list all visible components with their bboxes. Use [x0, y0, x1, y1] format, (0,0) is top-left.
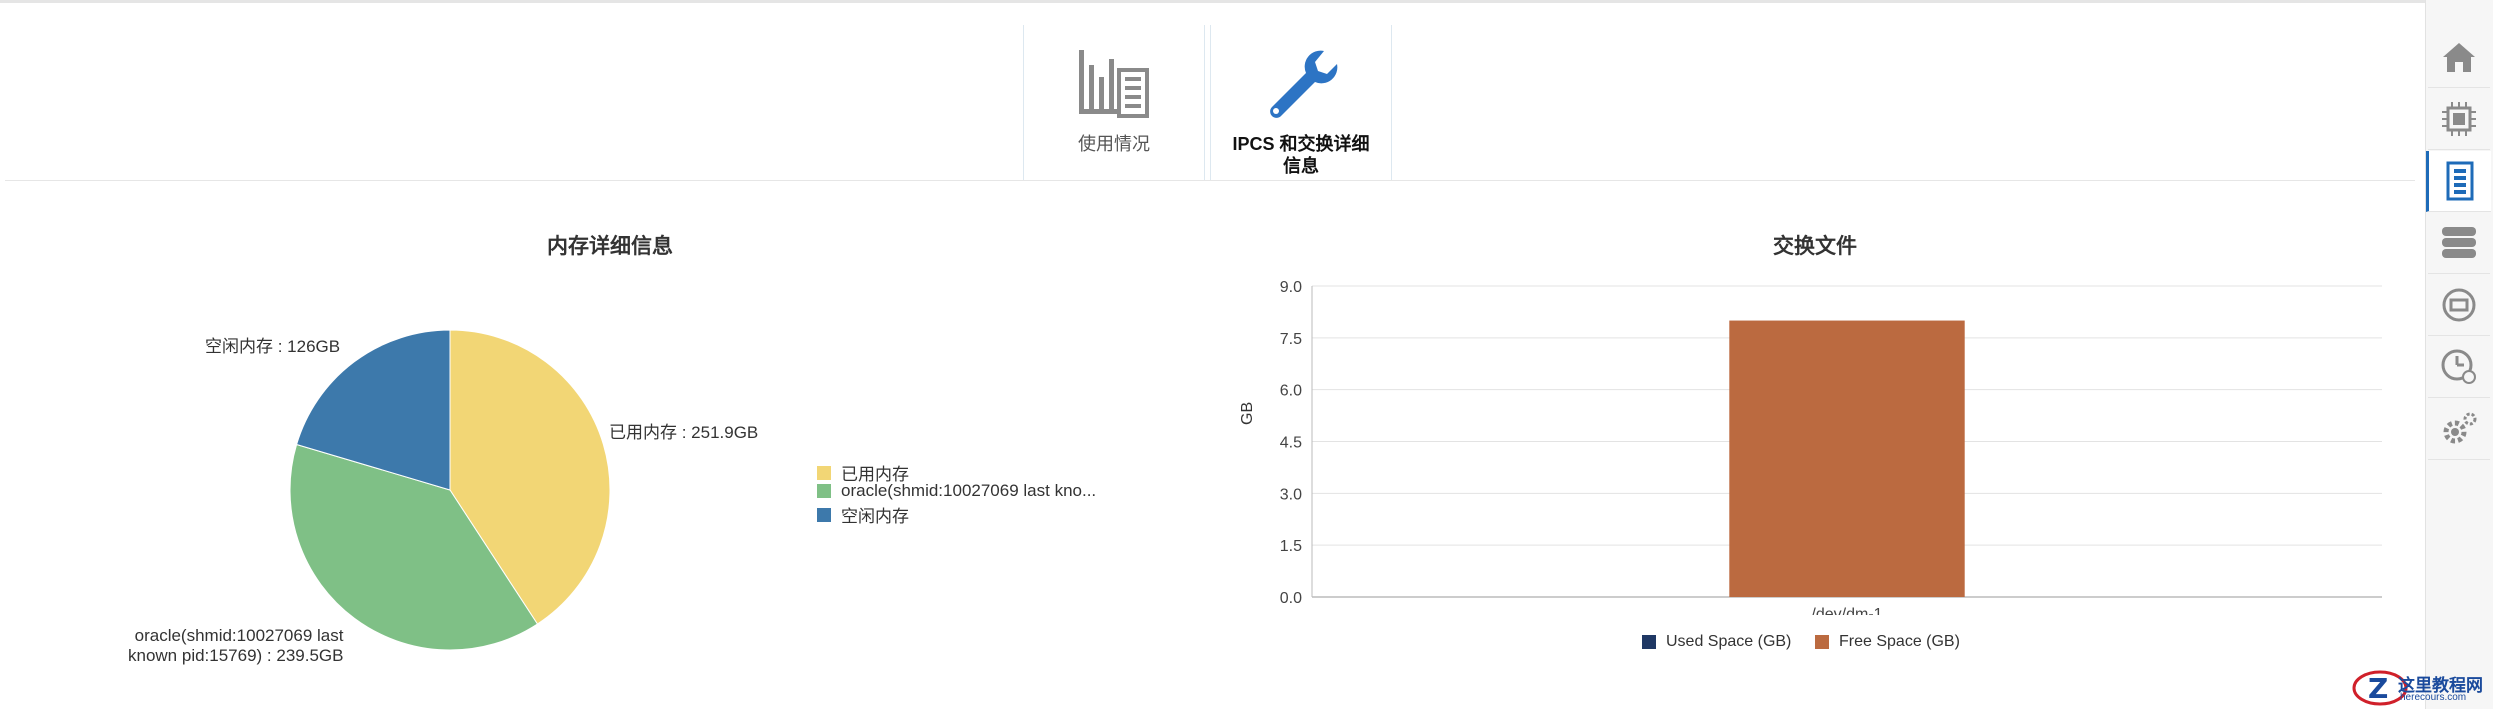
- swap-y-axis-label: GB: [1239, 401, 1256, 425]
- bar-chart-list-icon: [1079, 50, 1149, 118]
- tab-ipcs-swap-label: IPCS 和交换详细信息: [1232, 134, 1370, 176]
- sidebar-item-cpu[interactable]: [2428, 89, 2490, 150]
- legend-item-used-space[interactable]: Used Space (GB): [1642, 633, 1791, 651]
- legend-swatch-oracle: [817, 484, 831, 498]
- legend-swatch-free-space: [1815, 635, 1829, 649]
- pie-label-oracle-line2: known pid:15769) : 239.5GB: [128, 646, 344, 665]
- y-tick-label-6: 9.0: [1280, 279, 1302, 296]
- legend-swatch-used-space: [1642, 635, 1656, 649]
- pie-label-oracle-line1: oracle(shmid:10027069 last: [134, 626, 344, 645]
- watermark-subtext: herecours.com: [2400, 692, 2467, 703]
- right-sidebar: [2425, 0, 2493, 709]
- y-tick-label-0: 0.0: [1280, 590, 1302, 607]
- swap-bar-chart: 0.0 1.5 3.0 4.5 6.0 7.5 9.0/dev/dm-1: [1280, 279, 2382, 615]
- y-tick-label-5: 7.5: [1280, 331, 1302, 348]
- clock-history-icon: [2441, 349, 2476, 384]
- tab-ipcs-swap[interactable]: IPCS 和交换详细信息: [1210, 25, 1392, 180]
- legend-swatch-used: [817, 465, 831, 480]
- cpu-chip-icon: [2442, 102, 2476, 136]
- legend-item-oracle[interactable]: oracle(shmid:10027069 last kno...: [817, 481, 1096, 501]
- bar-1-0[interactable]: [1729, 320, 1965, 597]
- sidebar-item-disk[interactable]: [2428, 213, 2490, 274]
- memory-chart-title: 内存详细信息: [547, 235, 673, 258]
- pie-label-used: 已用内存 : 251.9GB: [609, 423, 759, 442]
- y-tick-label-1: 1.5: [1280, 538, 1302, 555]
- legend-item-free[interactable]: 空闲内存: [817, 502, 909, 527]
- network-card-icon: [2442, 288, 2476, 322]
- legend-label-oracle: oracle(shmid:10027069 last kno...: [841, 481, 1097, 500]
- legend-label-free: 空闲内存: [841, 507, 909, 526]
- sidebar-item-memory[interactable]: [2426, 151, 2491, 212]
- pie-label-free: 空闲内存 : 126GB: [205, 337, 341, 356]
- sidebar-item-home[interactable]: [2428, 27, 2490, 88]
- legend-label-used-space: Used Space (GB): [1666, 633, 1792, 650]
- legend-item-free-space[interactable]: Free Space (GB): [1815, 633, 1960, 651]
- memory-pie-chart: [289, 329, 611, 651]
- swap-chart-title: 交换文件: [1773, 235, 1857, 258]
- settings-gears-icon: [2443, 412, 2477, 444]
- y-tick-label-4: 6.0: [1280, 383, 1302, 400]
- legend-label-free-space: Free Space (GB): [1839, 633, 1960, 650]
- main-content: 使用情况 IPCS 和交换详细信息 内存详细信息 已用内存 : 251.9GB …: [0, 0, 2425, 709]
- tab-usage-label: 使用情况: [1078, 134, 1150, 154]
- svg-text:Z: Z: [2368, 672, 2388, 705]
- sidebar-item-network[interactable]: [2428, 275, 2490, 336]
- tab-usage[interactable]: 使用情况: [1023, 25, 1205, 180]
- tabs-divider: [5, 180, 2415, 181]
- disk-stack-icon: [2442, 227, 2476, 258]
- memory-module-icon: [2446, 161, 2474, 201]
- sidebar-item-history[interactable]: [2428, 337, 2490, 398]
- legend-swatch-free: [817, 507, 831, 522]
- sidebar-item-settings[interactable]: [2428, 399, 2490, 460]
- pie-label-oracle: oracle(shmid:10027069 last known pid:157…: [128, 626, 343, 666]
- y-tick-label-2: 3.0: [1280, 486, 1302, 503]
- y-tick-label-3: 4.5: [1280, 435, 1302, 452]
- x-tick-label-0: /dev/dm-1: [1811, 606, 1882, 615]
- home-icon: [2443, 43, 2475, 72]
- wrench-icon: [1270, 50, 1338, 118]
